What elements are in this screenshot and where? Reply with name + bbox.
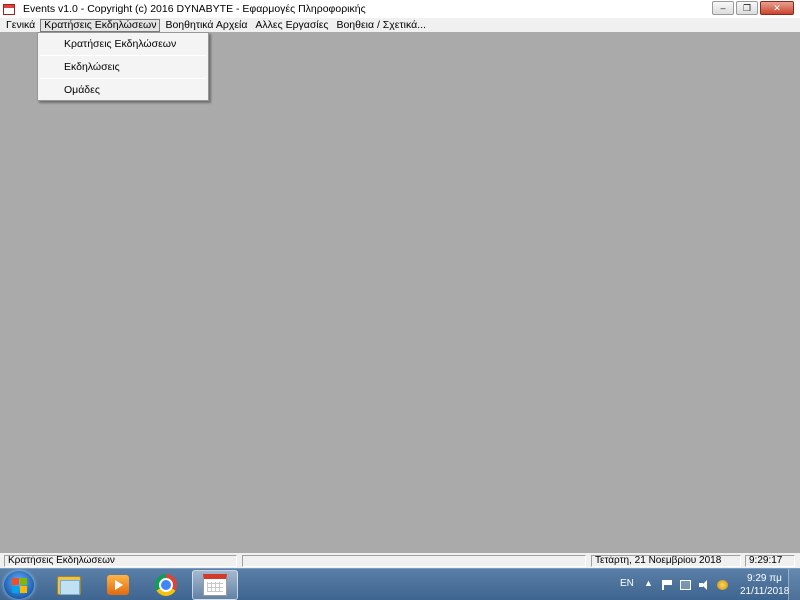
chrome-icon <box>155 574 177 596</box>
taskbar-media-player-button[interactable] <box>95 570 141 600</box>
dropdown-item-groups[interactable]: Ομάδες <box>64 84 100 96</box>
dropdown-item-events[interactable]: Εκδηλώσεις <box>64 61 120 73</box>
minimize-button[interactable]: – <box>712 1 734 15</box>
action-center-flag-icon[interactable] <box>662 580 673 590</box>
menu-other-tasks[interactable]: Αλλες Εργασίες <box>252 19 331 32</box>
menu-auxiliary-files[interactable]: Βοηθητικά Αρχεία <box>162 19 250 32</box>
windows-explorer-icon <box>57 575 81 595</box>
status-bar: Κρατήσεις Εκδηλώσεων Τετάρτη, 21 Νοεμβρί… <box>0 553 800 568</box>
tray-clock-time[interactable]: 9:29 πμ <box>747 573 782 584</box>
dropdown-separator <box>40 78 206 79</box>
menu-general[interactable]: Γενικά <box>3 19 38 32</box>
status-panel-date: Τετάρτη, 21 Νοεμβρίου 2018 <box>591 555 741 567</box>
close-button[interactable]: ✕ <box>760 1 794 15</box>
dropdown-item-event-bookings[interactable]: Κρατήσεις Εκδηλώσεων <box>64 38 176 50</box>
calendar-app-icon <box>203 574 227 596</box>
update-notification-icon[interactable] <box>717 580 728 590</box>
tray-clock-date[interactable]: 21/11/2018 <box>740 586 789 597</box>
volume-icon[interactable] <box>699 580 710 590</box>
windows-logo-icon <box>20 578 27 585</box>
menu-event-bookings[interactable]: Κρατήσεις Εκδηλώσεων <box>40 18 161 32</box>
status-panel-current-form: Κρατήσεις Εκδηλώσεων <box>4 555 237 567</box>
language-indicator[interactable]: EN <box>620 578 634 589</box>
title-bar: Events v1.0 - Copyright (c) 2016 DYNABYT… <box>0 0 800 18</box>
status-panel-time: 9:29:17 <box>745 555 795 567</box>
network-icon[interactable] <box>680 580 691 590</box>
start-button[interactable] <box>4 571 34 599</box>
restore-button[interactable]: ❐ <box>736 1 758 15</box>
windows-logo-icon <box>20 586 27 593</box>
dropdown-separator <box>40 55 206 56</box>
windows-logo-icon <box>12 586 19 593</box>
taskbar-explorer-button[interactable] <box>46 570 92 600</box>
window-title: Events v1.0 - Copyright (c) 2016 DYNABYT… <box>23 3 366 15</box>
taskbar-events-app-button[interactable] <box>192 570 238 600</box>
app-icon[interactable] <box>3 3 15 15</box>
windows-logo-icon <box>12 578 19 585</box>
menu-help-about[interactable]: Βοηθεια / Σχετικά... <box>333 19 428 32</box>
window-controls: – ❐ ✕ <box>712 1 794 15</box>
taskbar: EN ▲ 9:29 πμ 21/11/2018 <box>0 568 800 600</box>
media-player-icon <box>107 575 129 595</box>
system-tray: EN ▲ 9:29 πμ 21/11/2018 <box>600 569 800 600</box>
show-desktop-button[interactable] <box>788 569 800 600</box>
status-panel-blank <box>242 555 586 567</box>
event-bookings-dropdown: Κρατήσεις Εκδηλώσεων Εκδηλώσεις Ομάδες <box>37 32 209 101</box>
taskbar-chrome-button[interactable] <box>143 570 189 600</box>
mdi-client-area <box>0 32 800 553</box>
show-hidden-icons-chevron-icon[interactable]: ▲ <box>644 578 653 588</box>
menu-bar: Γενικά Κρατήσεις Εκδηλώσεων Βοηθητικά Αρ… <box>0 18 800 32</box>
